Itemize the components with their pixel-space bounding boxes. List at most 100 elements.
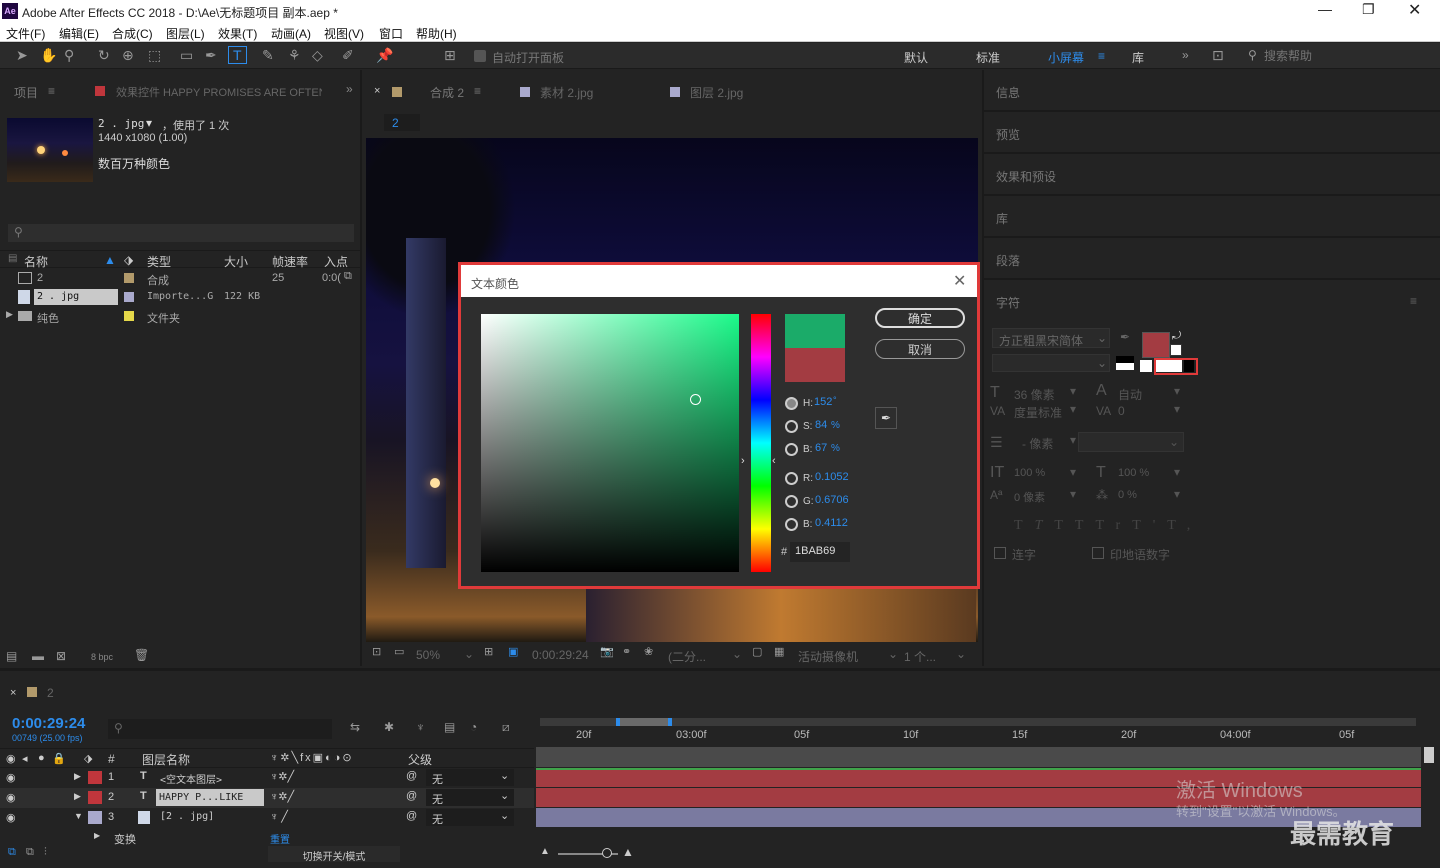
project-menu-icon[interactable]: ≡ <box>48 84 55 98</box>
collapse-arrow-icon[interactable]: ▼ <box>74 811 83 821</box>
restore-icon[interactable]: ❐ <box>1362 1 1375 18</box>
more-tabs-icon[interactable]: » <box>346 82 353 96</box>
stroke-width-value[interactable]: - 像素 <box>1022 435 1053 452</box>
saturation-radio[interactable] <box>785 420 798 433</box>
layer-switches-icon[interactable]: ♆✲╱ <box>270 770 294 783</box>
menu-composition[interactable]: 合成(C) <box>112 25 153 42</box>
font-style-dropdown[interactable]: ⌄ <box>992 354 1110 372</box>
green-radio[interactable] <box>785 495 798 508</box>
parent-dropdown[interactable]: 无 ⌄ <box>426 809 514 826</box>
close-icon[interactable]: ✕ <box>1408 0 1421 20</box>
trash-icon[interactable]: 🗑 <box>134 649 149 661</box>
zoom-slider-handle[interactable] <box>602 848 612 858</box>
resolution-dropdown[interactable]: (二分... <box>668 648 706 665</box>
search-help-icon[interactable]: ⚲ <box>1248 48 1257 62</box>
faux-italic-icon[interactable]: T <box>1035 518 1055 533</box>
stroke-color-swatch[interactable] <box>1170 344 1182 356</box>
workspace-menu-icon[interactable]: ≡ <box>1098 49 1105 63</box>
hue-value[interactable]: 152 <box>814 396 832 408</box>
transparency-grid-icon[interactable]: ▦ <box>774 647 784 658</box>
hex-input[interactable]: 1BAB69 <box>790 542 850 562</box>
blue-radio[interactable] <box>785 518 798 531</box>
expand-arrow-icon[interactable]: ▶ <box>6 309 13 320</box>
fit-icon[interactable]: ⊞ <box>484 647 493 658</box>
horizontal-scale-value[interactable]: 100 % <box>1118 467 1149 479</box>
red-value[interactable]: 0.1052 <box>815 471 849 483</box>
visibility-icon[interactable]: ◉ <box>6 791 16 804</box>
panel-paragraph[interactable]: 段落 <box>996 252 1020 269</box>
ligatures-checkbox[interactable] <box>994 547 1006 559</box>
ok-button[interactable]: 确定 <box>875 308 965 328</box>
tab-effect-controls[interactable]: 效果控件 HAPPY PROMISES ARE OFTEN <box>116 84 322 100</box>
layer-label-swatch[interactable] <box>88 771 102 784</box>
tab-footage[interactable]: 素材 2.jpg <box>540 84 593 101</box>
time-ruler[interactable]: 20f 03:00f 05f 10f 15f 20f 04:00f 05f <box>536 728 1421 746</box>
workspace-library[interactable]: 库 <box>1132 49 1144 66</box>
workspace-default[interactable]: 默认 <box>904 49 928 66</box>
column-in[interactable]: 入点 <box>324 253 348 270</box>
shape-tool-icon[interactable]: ▭ <box>180 48 193 62</box>
zoom-tool-icon[interactable]: ⚲ <box>64 48 74 62</box>
menu-layer[interactable]: 图层(L) <box>166 25 205 42</box>
column-parent[interactable]: 父级 <box>408 751 432 768</box>
workspace-standard[interactable]: 标准 <box>976 49 1000 66</box>
menu-window[interactable]: 窗口 <box>379 25 403 42</box>
saturation-value[interactable]: 84 <box>815 419 827 431</box>
font-family-dropdown[interactable]: 方正粗黑宋简体 ⌄ <box>992 328 1110 348</box>
table-row[interactable]: ◉ ▶ 2 T HAPPY P...LIKE ♆✲╱ @ 无 ⌄ <box>0 788 534 808</box>
puppet-pin-tool-icon[interactable]: 📌 <box>376 48 393 62</box>
lock-switch-icon[interactable]: 🔒 <box>52 752 66 765</box>
playhead-icon[interactable] <box>1424 747 1434 763</box>
motion-blur-icon[interactable]: ◔ <box>470 721 477 733</box>
comp-mini-flowchart-icon[interactable]: ⇆ <box>350 721 360 733</box>
layer-name[interactable]: <空文本图层> <box>160 771 222 786</box>
pen-tool-icon[interactable]: ✒ <box>205 48 217 62</box>
more-workspaces-icon[interactable]: » <box>1182 48 1189 62</box>
column-fps[interactable]: 帧速率 <box>272 253 308 270</box>
timeline-track-area[interactable] <box>536 747 1421 767</box>
draft-3d-icon[interactable]: ✱ <box>384 721 394 733</box>
superscript-icon[interactable]: T' <box>1132 518 1167 533</box>
video-switch-icon[interactable]: ◉ <box>6 752 16 765</box>
zoom-out-icon[interactable]: ▲ <box>540 846 550 857</box>
tab-project[interactable]: 项目 <box>14 84 38 101</box>
layer-switches-icon[interactable]: ♆✲╱ <box>270 790 294 803</box>
parent-dropdown[interactable]: 无 ⌄ <box>426 789 514 806</box>
hand-tool-icon[interactable]: ✋ <box>40 48 57 62</box>
black-white-swatch[interactable] <box>1116 356 1134 370</box>
roto-brush-tool-icon[interactable]: ✐ <box>342 48 354 62</box>
list-item[interactable]: ▶ 纯色 文件夹 <box>0 307 360 326</box>
all-caps-icon[interactable]: TT <box>1054 518 1095 533</box>
graph-editor-icon[interactable]: ⧄ <box>502 721 510 733</box>
close-tab-icon[interactable]: × <box>374 85 380 97</box>
work-area-range[interactable] <box>616 718 672 726</box>
color-picker-cursor[interactable] <box>690 394 701 405</box>
color-field[interactable] <box>481 314 739 572</box>
timecode[interactable]: 0:00:29:24 <box>12 715 85 732</box>
project-options-icon[interactable]: ▤ <box>8 253 17 264</box>
vertical-scale-value[interactable]: 100 % <box>1014 467 1045 479</box>
show-snapshot-icon[interactable]: ⚭ <box>622 647 631 658</box>
new-folder-icon[interactable]: ▬ <box>32 650 44 662</box>
black-swatch[interactable] <box>1184 360 1194 372</box>
region-icon[interactable]: ▣ <box>508 647 518 658</box>
brightness-value[interactable]: 67 <box>815 442 827 454</box>
close-icon[interactable]: ✕ <box>953 271 966 291</box>
toggle-timing-icon[interactable]: ⫶ <box>44 847 47 858</box>
parent-dropdown[interactable]: 无 ⌄ <box>426 769 514 786</box>
subscript-icon[interactable]: T, <box>1167 518 1202 533</box>
layer-label-swatch[interactable] <box>88 811 102 824</box>
snapshot-icon[interactable]: 📷 <box>600 647 614 658</box>
label-column-icon[interactable]: ⬗ <box>84 752 92 765</box>
timeline-tab[interactable]: 2 <box>47 686 54 700</box>
blue-value[interactable]: 0.4112 <box>815 517 848 529</box>
small-caps-icon[interactable]: Tr <box>1095 518 1132 533</box>
hue-slider[interactable] <box>751 314 771 572</box>
layer-switches-icon[interactable]: ♆ ╱ <box>270 810 288 823</box>
brightness-radio[interactable] <box>785 443 798 456</box>
eraser-tool-icon[interactable]: ◇ <box>312 48 323 62</box>
snap-icon[interactable]: ⊞ <box>444 48 456 62</box>
hue-radio[interactable] <box>785 397 798 410</box>
flowchart-icon[interactable]: ⧉ <box>344 270 352 283</box>
shy-layers-icon[interactable]: ♆ <box>416 721 425 733</box>
